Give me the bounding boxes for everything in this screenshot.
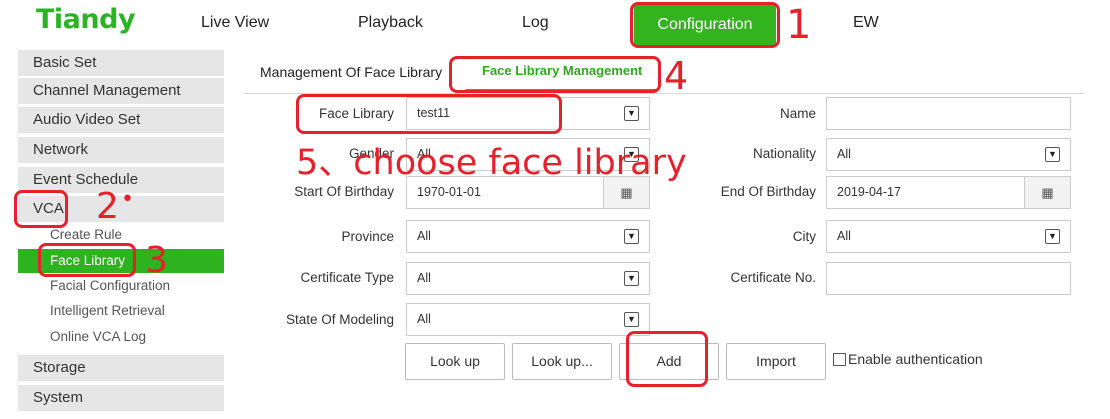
- tiandy-logo: Tiandy: [36, 4, 136, 35]
- nav-live-view[interactable]: Live View: [201, 14, 269, 32]
- certificate-type-select[interactable]: All ▼: [406, 262, 650, 295]
- certificate-type-value: All: [417, 271, 431, 285]
- annotation-box-vca: [14, 190, 68, 228]
- nav-ew[interactable]: EW: [853, 14, 879, 32]
- certificate-no-label: Certificate No.: [730, 270, 816, 285]
- chevron-down-icon: ▼: [1045, 147, 1060, 162]
- sidebar-item-audio-video-set[interactable]: Audio Video Set: [18, 107, 224, 133]
- annotation-box-tab: [449, 56, 661, 93]
- nationality-label: Nationality: [752, 146, 816, 161]
- city-value: All: [837, 229, 851, 243]
- annotation-box-face-library: [38, 243, 136, 277]
- nationality-value: All: [837, 147, 851, 161]
- start-birthday-value: 1970-01-01: [417, 185, 481, 199]
- sidebar-item-intelligent-retrieval[interactable]: Intelligent Retrieval: [18, 299, 224, 323]
- annotation-box-face-library-field: [296, 94, 562, 134]
- sidebar-item-facial-configuration[interactable]: Facial Configuration: [18, 274, 224, 298]
- annotation-step-2: 2: [96, 186, 119, 227]
- nav-log[interactable]: Log: [522, 14, 549, 32]
- certificate-no-input[interactable]: [826, 262, 1071, 295]
- end-birthday-input[interactable]: 2019-04-17 ▦: [826, 176, 1071, 209]
- sidebar-item-channel-management[interactable]: Channel Management: [18, 78, 224, 104]
- enable-authentication-label: Enable authentication: [848, 351, 983, 367]
- city-select[interactable]: All ▼: [826, 220, 1071, 253]
- chevron-down-icon: ▼: [624, 106, 639, 121]
- nav-playback[interactable]: Playback: [358, 14, 423, 32]
- chevron-down-icon: ▼: [624, 271, 639, 286]
- chevron-down-icon: ▼: [1045, 229, 1060, 244]
- sidebar-item-online-vca-log[interactable]: Online VCA Log: [18, 325, 224, 349]
- chevron-down-icon: ▼: [624, 229, 639, 244]
- look-up-button[interactable]: Look up: [405, 343, 505, 380]
- state-of-modeling-value: All: [417, 312, 431, 326]
- province-select[interactable]: All ▼: [406, 220, 650, 253]
- annotation-step-1: 1: [786, 2, 812, 48]
- annotation-step-4: 4: [664, 54, 689, 98]
- sidebar-item-storage[interactable]: Storage: [18, 355, 224, 381]
- sidebar-item-basic-set[interactable]: Basic Set: [18, 50, 224, 76]
- end-birthday-value: 2019-04-17: [837, 185, 901, 199]
- certificate-type-label: Certificate Type: [300, 270, 394, 285]
- end-birthday-label: End Of Birthday: [720, 184, 816, 199]
- state-of-modeling-select[interactable]: All ▼: [406, 303, 650, 336]
- chevron-down-icon: ▼: [624, 312, 639, 327]
- name-input[interactable]: [826, 97, 1071, 130]
- top-navigation: Tiandy Live View Playback Log Configurat…: [0, 0, 1110, 50]
- sidebar-item-network[interactable]: Network: [18, 137, 224, 163]
- import-button[interactable]: Import: [726, 343, 826, 380]
- nationality-select[interactable]: All ▼: [826, 138, 1071, 171]
- sidebar: Basic Set Channel Management Audio Video…: [18, 50, 224, 419]
- state-of-modeling-label: State Of Modeling: [285, 312, 394, 327]
- look-up-advanced-button[interactable]: Look up...: [512, 343, 612, 380]
- annotation-step-3: 3: [145, 240, 168, 281]
- name-label: Name: [779, 106, 816, 121]
- tab-management-of-face-library[interactable]: Management Of Face Library: [260, 64, 442, 80]
- city-label: City: [792, 229, 816, 244]
- annotation-box-add: [626, 331, 708, 387]
- province-label: Province: [341, 229, 394, 244]
- sidebar-item-system[interactable]: System: [18, 385, 224, 411]
- start-birthday-label: Start Of Birthday: [294, 184, 394, 199]
- calendar-icon[interactable]: ▦: [1024, 177, 1070, 208]
- annotation-box-configuration: [630, 2, 780, 48]
- enable-authentication-checkbox[interactable]: [833, 353, 846, 366]
- annotation-dot: •: [121, 187, 134, 212]
- province-value: All: [417, 229, 431, 243]
- annotation-step-5-instruction: 5、choose face library: [296, 143, 687, 183]
